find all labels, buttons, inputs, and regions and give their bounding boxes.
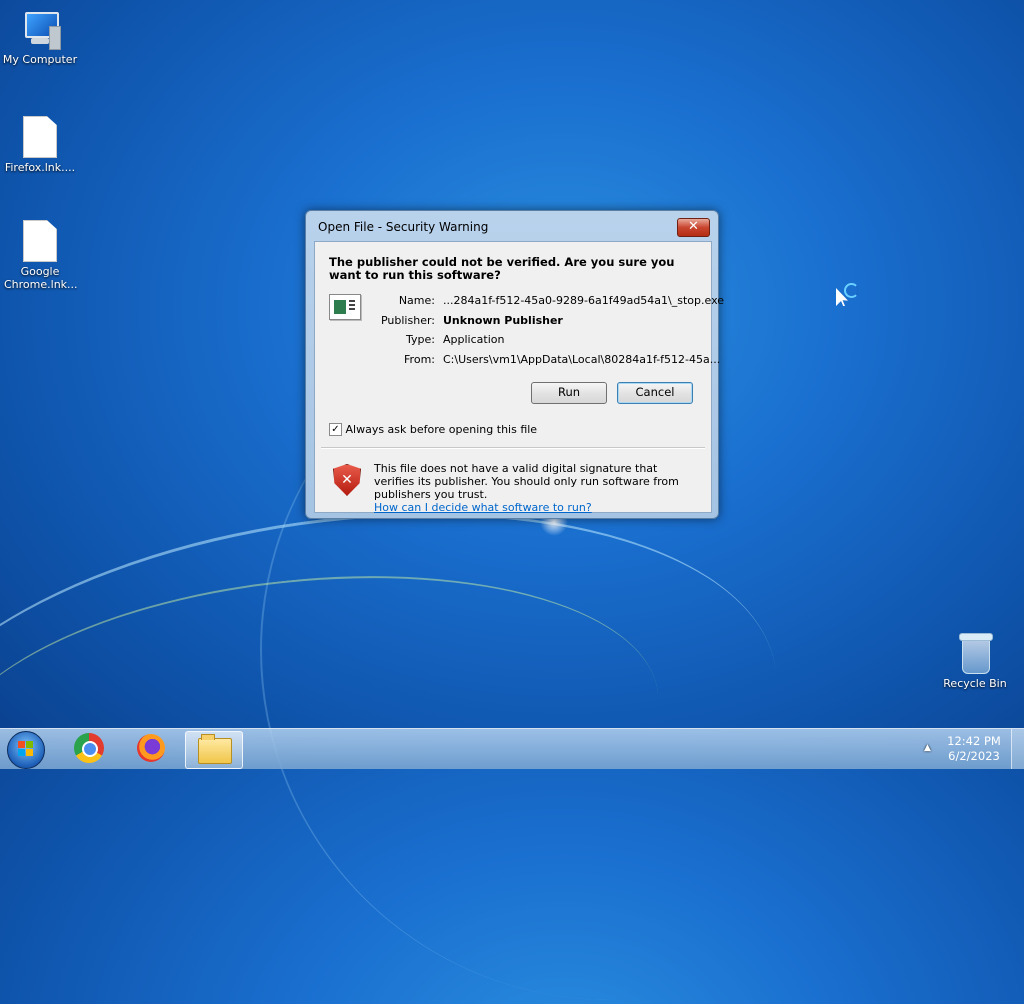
security-warning-dialog: Open File - Security Warning ✕ The publi… <box>305 210 724 519</box>
always-ask-option[interactable]: ✓ Always ask before opening this file <box>329 422 538 437</box>
desktop-icon-chrome-shortcut[interactable]: Google Chrome.lnk... <box>0 220 80 291</box>
desktop-icon-label: Firefox.lnk.... <box>4 161 76 174</box>
windows-logo-icon <box>18 741 34 757</box>
file-icon <box>23 220 57 262</box>
desktop-icon-firefox-shortcut[interactable]: Firefox.lnk.... <box>0 116 80 174</box>
taskbar-chrome[interactable] <box>61 731 117 767</box>
taskbar-clock[interactable]: 12:42 PM 6/2/2023 <box>940 734 1008 764</box>
computer-icon <box>21 10 61 50</box>
info-value: C:\Users\vm1\AppData\Local\80284a1f-f512… <box>443 352 721 366</box>
dialog-body: The publisher could not be verified. Are… <box>314 241 724 514</box>
info-value: ...284a1f-f512-45a0-9289-6a1f49ad54a1\_s… <box>443 294 725 307</box>
taskbar-file-explorer[interactable] <box>185 731 243 769</box>
show-hidden-icons-button[interactable]: ▲ <box>924 743 931 753</box>
run-button[interactable]: Run <box>531 382 607 404</box>
info-label: From: <box>404 352 435 366</box>
warning-text: This file does not have a valid digital … <box>374 462 679 501</box>
info-label: Name: <box>398 294 435 307</box>
info-value: Unknown Publisher <box>443 313 563 327</box>
info-label: Publisher: <box>380 313 435 327</box>
desktop-icon-my-computer[interactable]: My Computer <box>0 10 80 66</box>
clock-date: 6/2/2023 <box>948 749 1000 763</box>
taskbar-firefox[interactable] <box>123 731 179 767</box>
chrome-icon <box>74 733 104 763</box>
recycle-bin-icon <box>959 632 993 674</box>
start-button[interactable] <box>7 731 45 769</box>
desktop-icon-label: Recycle Bin <box>943 677 1007 690</box>
cancel-button[interactable]: Cancel <box>617 382 693 404</box>
shield-warning-icon: ✕ <box>333 464 361 496</box>
warning-message: This file does not have a valid digital … <box>374 462 694 514</box>
firefox-icon <box>137 734 165 762</box>
always-ask-checkbox[interactable]: ✓ <box>329 422 342 436</box>
dialog-title: Open File - Security Warning <box>318 220 489 234</box>
divider <box>321 447 705 449</box>
desktop-icon-label: Google Chrome.lnk... <box>4 265 78 291</box>
file-icon <box>23 116 57 158</box>
close-button[interactable]: ✕ <box>677 218 710 237</box>
help-link[interactable]: How can I decide what software to run? <box>374 501 592 514</box>
info-value: Application <box>443 333 505 346</box>
info-label: Type: <box>406 333 435 346</box>
busy-spinner-icon <box>844 283 859 298</box>
dialog-headline: The publisher could not be verified. Are… <box>329 255 675 282</box>
desktop-icon-recycle-bin[interactable]: Recycle Bin <box>935 632 1015 690</box>
clock-time: 12:42 PM <box>947 734 1001 748</box>
show-desktop-button[interactable] <box>1011 729 1024 769</box>
desktop-icon-label: My Computer <box>2 53 78 66</box>
taskbar: ▲ 12:42 PM 6/2/2023 <box>0 728 1024 769</box>
folder-icon <box>198 734 232 764</box>
checkbox-label: Always ask before opening this file <box>345 423 538 436</box>
